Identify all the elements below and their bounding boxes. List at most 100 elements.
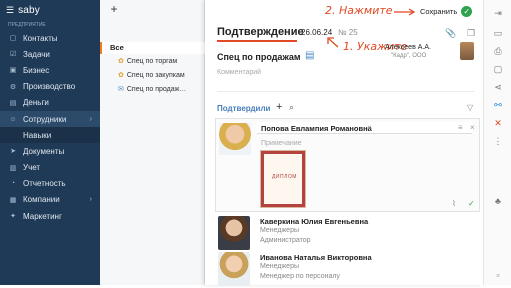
author-org: "Кадр", ООО (391, 53, 427, 59)
person-dept: Менеджеры (260, 227, 299, 234)
sidebar-item-label: Документы (23, 146, 65, 156)
hint-arrow-up-icon (327, 37, 339, 48)
avatar[interactable] (219, 123, 251, 155)
main-sidebar: ☰ saby ПРЕДПРИЯТИЕ ▢ Контакты ☑ Задачи ▣… (0, 0, 100, 285)
sidebar-item-label: Контакты (23, 33, 58, 43)
document-icon[interactable]: ▤ (305, 50, 314, 61)
sidebar-item-reports[interactable]: ◔ Отчетность (0, 176, 100, 192)
sidebar-item-tasks[interactable]: ☑ Задачи (0, 46, 100, 62)
sidebar-item-skills[interactable]: Навыки (0, 127, 100, 144)
logo[interactable]: ☰ saby (0, 0, 100, 20)
menu-icon[interactable]: ≡ (458, 123, 463, 132)
person-role: Администратор (260, 237, 311, 244)
window-icon[interactable]: ▭ (484, 28, 511, 39)
list-item[interactable]: Каверкина Юлия Евгеньевна Менеджеры Адми… (215, 216, 480, 252)
comment-field[interactable]: Комментарий (217, 69, 261, 76)
save-button[interactable]: Сохранить ✓ (420, 5, 473, 18)
note-field[interactable]: Примечание (261, 140, 302, 147)
add-approver-button[interactable]: + (276, 101, 282, 113)
factory-icon: ⚙ (9, 83, 17, 91)
chat-icon: ▢ (9, 35, 17, 43)
sidebar-item-label: Учет (23, 163, 41, 173)
sidebar-item-label: Бизнес (23, 65, 50, 75)
divider (217, 91, 475, 92)
avatar[interactable] (460, 42, 474, 60)
folder-icon: ✉ (118, 86, 124, 93)
document-icon: ➤ (10, 148, 16, 156)
sidebar-item-money[interactable]: ▤ Деньги (0, 95, 100, 111)
menu-icon[interactable]: ☰ (6, 5, 14, 16)
person-role: Менеджер по персоналу (260, 273, 340, 280)
diploma-text: ДИПЛОМ (272, 174, 297, 180)
right-toolbar: ⇥ ▭ ⎙ ▢ ⋖ ⚯ ✕ ⋮ ♣ ▫ (483, 0, 511, 285)
more-icon[interactable]: ⋮ (484, 136, 511, 147)
add-button[interactable]: + (108, 3, 120, 16)
sidebar-item-label: Деньги (23, 98, 49, 108)
folder-label: Спец по закупкам (126, 72, 185, 79)
briefcase-icon: ▣ (9, 67, 17, 75)
search-icon[interactable]: ⌕ (289, 102, 294, 113)
sidebar-item-accounting[interactable]: ▥ Учет (0, 160, 100, 176)
logo-text: saby (18, 4, 41, 16)
check-icon[interactable]: ✓ (468, 199, 475, 208)
company-icon: ▦ (9, 196, 17, 204)
money-icon: ▤ (9, 99, 17, 107)
print-icon[interactable]: ⎙ (484, 46, 511, 57)
document-icon[interactable]: ▢ (484, 64, 511, 75)
person-dept: Менеджеры (260, 263, 299, 270)
sidebar-item-label: Задачи (23, 49, 50, 59)
link-icon[interactable]: ⚯ (484, 100, 511, 111)
list-item[interactable]: Иванова Наталья Викторовна Менеджеры Мен… (215, 252, 480, 288)
dock-icon[interactable]: ⇥ (484, 8, 511, 19)
chevron-right-icon: › (89, 196, 92, 204)
task-icon: ☑ (9, 51, 17, 59)
share-icon[interactable]: ⋖ (484, 82, 511, 93)
chevron-right-icon: › (89, 115, 92, 123)
marketing-icon: ✦ (10, 213, 16, 221)
sidebar-item-label: Навыки (23, 130, 52, 140)
sidebar-item-contacts[interactable]: ▢ Контакты (0, 30, 100, 46)
approvers-label[interactable]: Подтвердили (217, 104, 270, 113)
structure-icon[interactable]: ♣ (484, 196, 511, 206)
approval-card: Попова Евлампия Романовна × ≡ × Примечан… (215, 118, 480, 212)
page-title: Подтверждение (217, 26, 304, 38)
people-icon: ☺ (9, 115, 17, 123)
sidebar-item-label: Сотрудники (23, 114, 67, 124)
folder-icon: ✿ (118, 72, 124, 79)
sidebar-item-label: Отчетность (23, 179, 66, 189)
note-icon[interactable]: ▫ (484, 270, 511, 280)
close-icon[interactable]: × (470, 123, 475, 132)
clear-icon[interactable]: × (367, 123, 372, 132)
folder-item[interactable]: ✿ Спец по торгам (118, 56, 206, 68)
folder-label: Спец по торгам (126, 58, 178, 65)
check-icon: ✓ (461, 6, 473, 17)
filter-icon[interactable]: ▽ (467, 103, 473, 112)
diploma-image[interactable]: ДИПЛОМ (260, 150, 306, 208)
sidebar-item-companies[interactable]: ▦ Компании › (0, 192, 100, 208)
author-name: Алексеев А.А. (385, 44, 431, 51)
title-underline (217, 40, 297, 42)
hint-arrow-icon (394, 8, 416, 16)
delete-icon[interactable]: ✕ (484, 118, 511, 129)
sidebar-item-production[interactable]: ⚙ Производство (0, 79, 100, 95)
sidebar-item-documents[interactable]: ➤ Документы (0, 143, 100, 159)
person-name: Иванова Наталья Викторовна (260, 253, 372, 262)
folder-label: Спец по продаж… (126, 86, 187, 93)
doc-type[interactable]: Спец по продажам (217, 52, 301, 62)
sidebar-item-employees[interactable]: ☺ Сотрудники › (0, 110, 100, 128)
sidebar-item-business[interactable]: ▣ Бизнес (0, 62, 100, 78)
sidebar-item-label: Компании (23, 195, 60, 205)
copy-icon[interactable]: ❐ (467, 28, 475, 39)
paperclip-icon[interactable]: ⌇ (452, 199, 456, 208)
folder-icon: ✿ (118, 58, 124, 65)
folder-all[interactable]: Все (100, 42, 205, 54)
approver-name: Попова Евлампия Романовна (261, 124, 372, 133)
sidebar-item-marketing[interactable]: ✦ Маркетинг (0, 208, 100, 224)
avatar (218, 252, 250, 286)
folder-item[interactable]: ✉ Спец по продаж… (118, 84, 206, 96)
folder-item[interactable]: ✿ Спец по закупкам (118, 70, 206, 82)
paperclip-icon[interactable]: 📎 (445, 28, 456, 39)
folder-panel: + Все ✿ Спец по торгам ✿ Спец по закупкам … (100, 0, 205, 285)
person-name: Каверкина Юлия Евгеньевна (260, 217, 369, 226)
confirmation-dialog: 2. Нажмите Сохранить ✓ Подтверждение 26.… (205, 0, 483, 288)
